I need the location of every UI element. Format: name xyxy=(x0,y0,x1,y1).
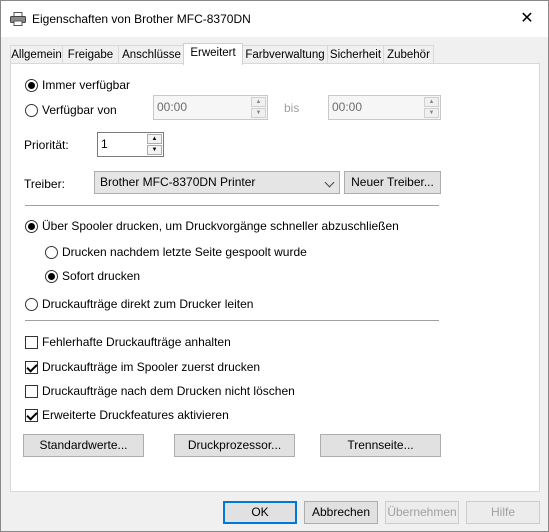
driver-select[interactable]: Brother MFC-8370DN Printer xyxy=(94,171,340,194)
hold-mismatched-label: Fehlerhafte Druckaufträge anhalten xyxy=(42,335,231,349)
keep-printed-label: Druckaufträge nach dem Drucken nicht lös… xyxy=(42,384,295,398)
priority-label: Priorität: xyxy=(24,138,69,152)
spin-down-icon[interactable]: ▼ xyxy=(424,108,439,118)
ok-button[interactable]: OK xyxy=(223,501,297,524)
spool-radio[interactable] xyxy=(25,220,38,233)
spin-up-icon[interactable]: ▲ xyxy=(251,97,266,107)
to-time-value: 00:00 xyxy=(332,100,363,114)
always-available-radio[interactable] xyxy=(25,79,38,92)
from-time-spinner[interactable]: 00:00 ▲ ▼ xyxy=(153,95,268,120)
tab-freigabe[interactable]: Freigabe xyxy=(62,45,119,64)
divider xyxy=(25,320,439,321)
keep-printed-checkbox[interactable] xyxy=(25,385,38,398)
separator-page-button[interactable]: Trennseite... xyxy=(320,434,441,457)
tab-anschluesse[interactable]: Anschlüsse xyxy=(118,45,185,64)
from-time-value: 00:00 xyxy=(157,100,188,114)
print-direct-radio[interactable] xyxy=(25,298,38,311)
priority-spinner[interactable]: 1 ▲ ▼ xyxy=(97,132,164,157)
tab-allgemein[interactable]: Allgemein xyxy=(10,45,63,64)
print-immediately-label: Sofort drucken xyxy=(62,269,141,283)
tab-farbverwaltung[interactable]: Farbverwaltung xyxy=(242,45,328,64)
advanced-features-checkbox[interactable] xyxy=(25,409,38,422)
print-after-last-page-label: Drucken nachdem letzte Seite gespoolt wu… xyxy=(62,245,307,259)
driver-label: Treiber: xyxy=(24,177,65,191)
spin-down-icon[interactable]: ▼ xyxy=(147,145,162,155)
spooled-first-label: Druckaufträge im Spooler zuerst drucken xyxy=(42,360,261,374)
title-bar: Eigenschaften von Brother MFC-8370DN ✕ xyxy=(1,1,548,37)
spin-up-icon[interactable]: ▲ xyxy=(424,97,439,107)
available-from-radio[interactable] xyxy=(25,104,38,117)
tab-erweitert[interactable]: Erweitert xyxy=(183,43,243,65)
always-available-label: Immer verfügbar xyxy=(42,78,131,92)
defaults-button[interactable]: Standardwerte... xyxy=(23,434,144,457)
to-label: bis xyxy=(284,101,300,115)
to-time-spinner[interactable]: 00:00 ▲ ▼ xyxy=(328,95,441,120)
spooled-first-checkbox[interactable] xyxy=(25,361,38,374)
spool-label: Über Spooler drucken, um Druckvorgänge s… xyxy=(42,219,399,233)
print-after-last-page-radio[interactable] xyxy=(45,246,58,259)
properties-window: Eigenschaften von Brother MFC-8370DN ✕ A… xyxy=(0,0,549,532)
print-processor-button[interactable]: Druckprozessor... xyxy=(174,434,295,457)
advanced-features-label: Erweiterte Druckfeatures aktivieren xyxy=(42,408,229,422)
spin-down-icon[interactable]: ▼ xyxy=(251,108,266,118)
close-icon[interactable]: ✕ xyxy=(513,6,541,32)
driver-selected-value: Brother MFC-8370DN Printer xyxy=(100,175,256,189)
advanced-tab-panel: Immer verfügbar Verfügbar von 00:00 ▲ ▼ b… xyxy=(10,63,540,492)
priority-value: 1 xyxy=(101,137,108,151)
cancel-button[interactable]: Abbrechen xyxy=(304,501,378,524)
hold-mismatched-checkbox[interactable] xyxy=(25,336,38,349)
help-button[interactable]: Hilfe xyxy=(466,501,540,524)
print-direct-label: Druckaufträge direkt zum Drucker leiten xyxy=(42,297,254,311)
chevron-down-icon xyxy=(324,177,335,188)
window-title: Eigenschaften von Brother MFC-8370DN xyxy=(32,12,251,26)
spin-up-icon[interactable]: ▲ xyxy=(147,134,162,144)
tab-zubehoer[interactable]: Zubehör xyxy=(383,45,434,64)
apply-button[interactable]: Übernehmen xyxy=(385,501,459,524)
print-immediately-radio[interactable] xyxy=(45,270,58,283)
available-from-label: Verfügbar von xyxy=(42,103,117,117)
printer-icon xyxy=(10,12,26,26)
new-driver-button[interactable]: Neuer Treiber... xyxy=(344,171,441,194)
divider xyxy=(25,205,439,206)
tab-sicherheit[interactable]: Sicherheit xyxy=(327,45,384,64)
